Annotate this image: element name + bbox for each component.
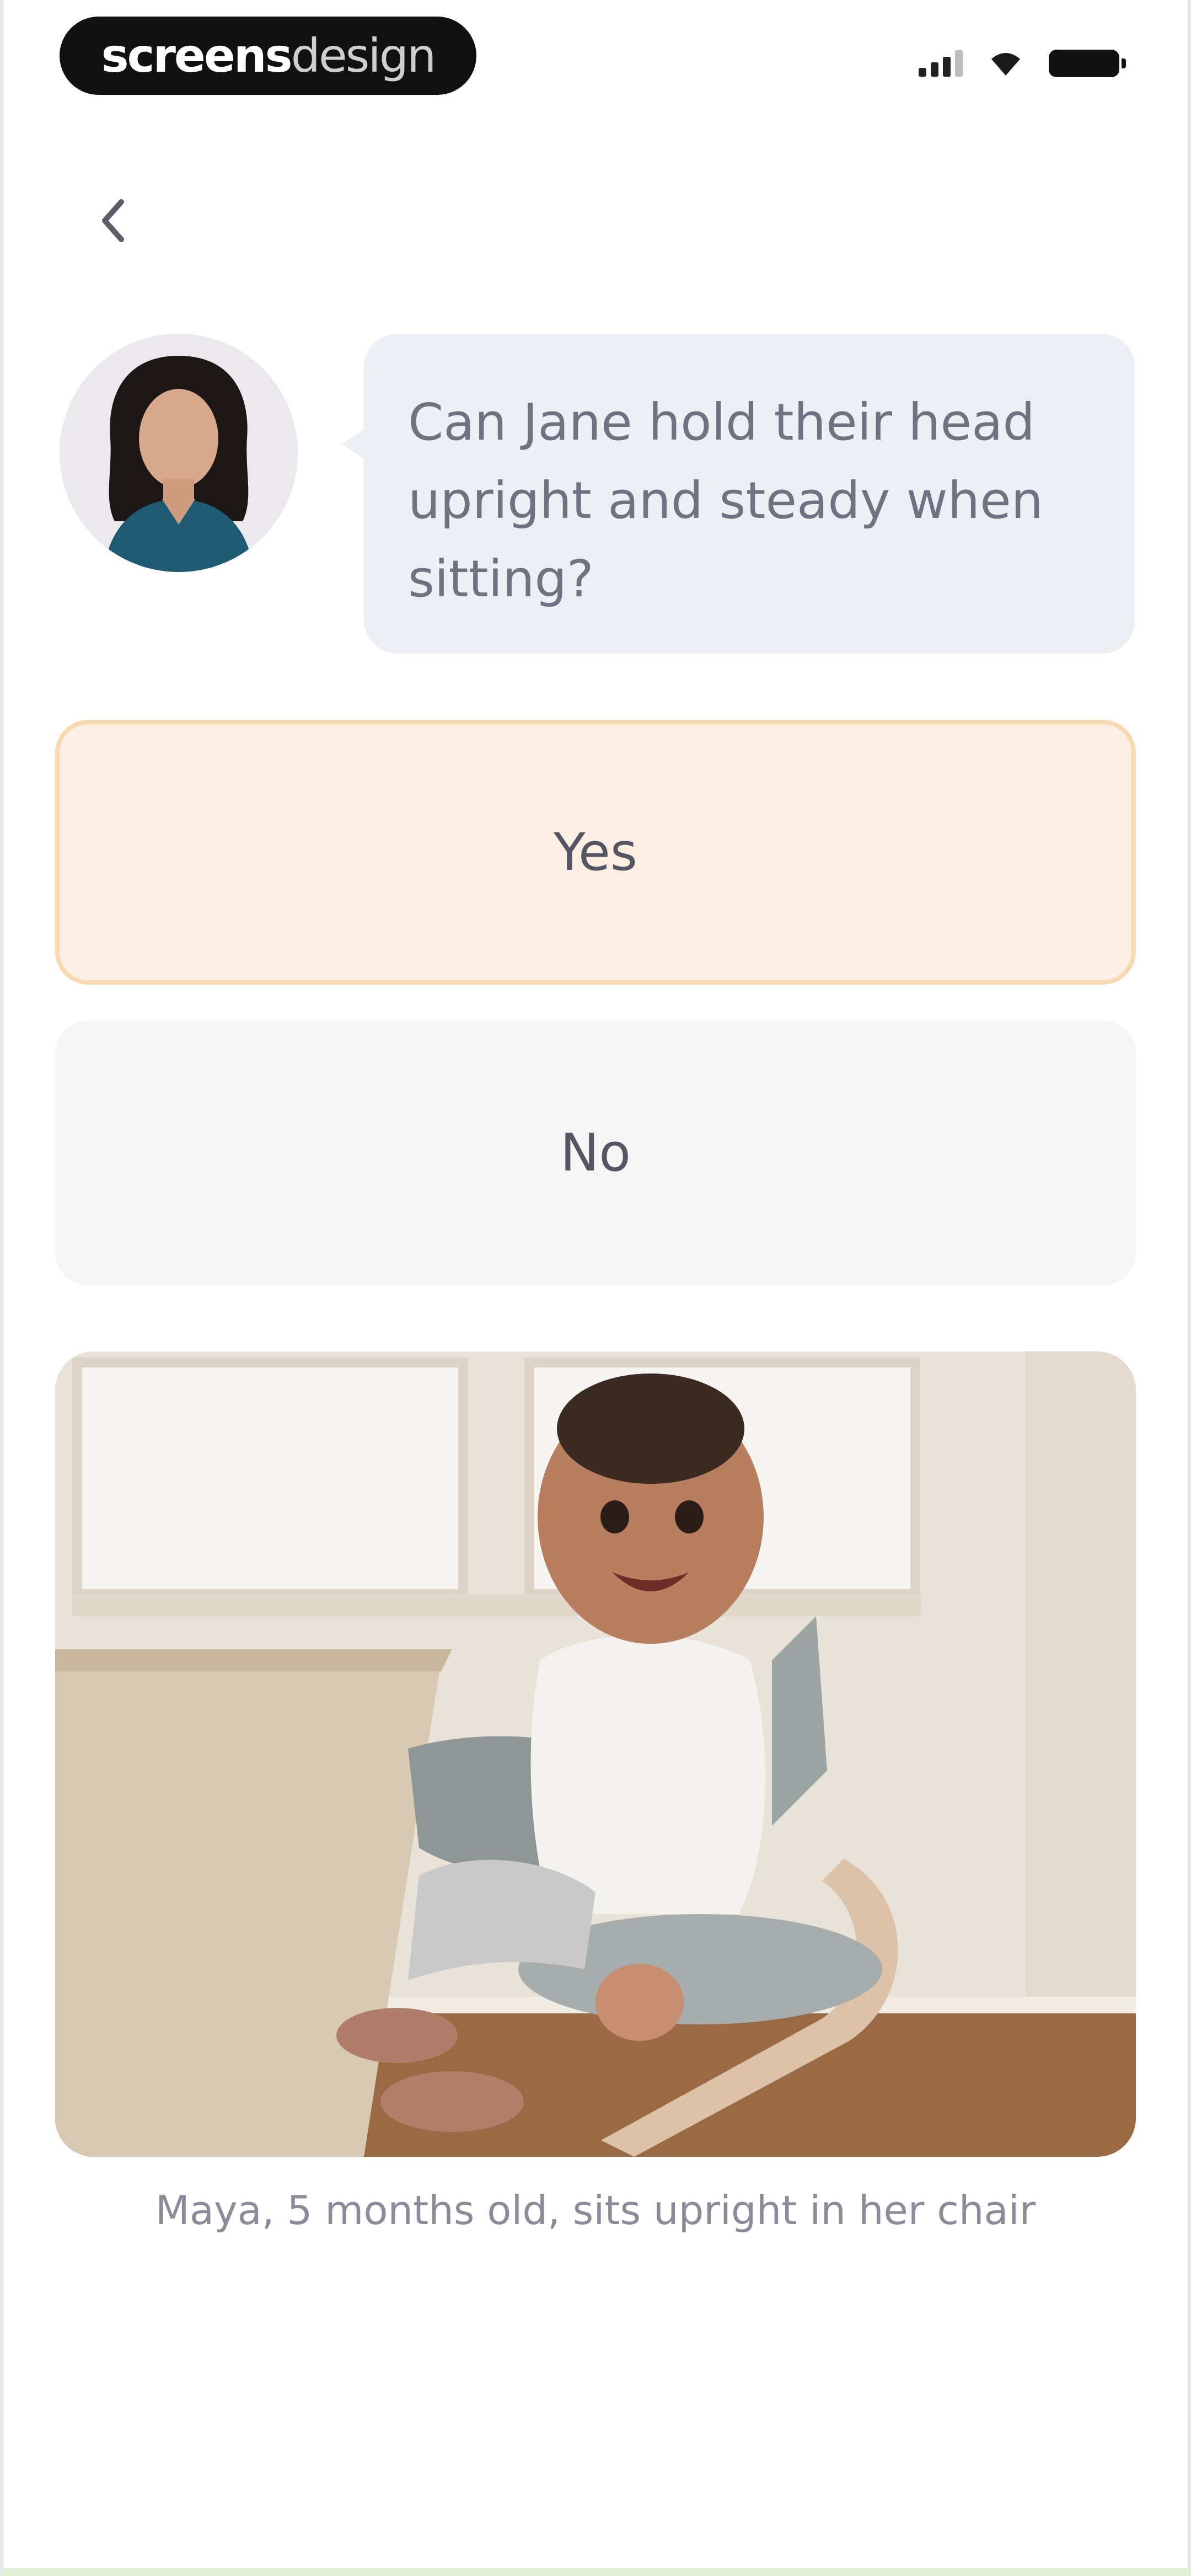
back-button[interactable] — [88, 188, 138, 254]
status-bar — [919, 50, 1126, 77]
coach-avatar — [60, 334, 298, 572]
answer-no-button[interactable]: No — [55, 1020, 1136, 1285]
wifi-icon — [991, 53, 1020, 76]
logo-light-text: design — [291, 29, 437, 83]
cellular-signal-icon — [919, 50, 963, 77]
question-text: Can Jane hold their head upright and ste… — [408, 393, 1043, 608]
battery-icon — [1049, 50, 1126, 77]
logo-bold-text: screens — [101, 29, 293, 83]
answer-no-label: No — [560, 1123, 631, 1183]
answer-yes-label: Yes — [554, 822, 637, 883]
screensdesign-logo: screens design — [60, 17, 476, 95]
chevron-left-icon — [102, 199, 124, 242]
answer-yes-button[interactable]: Yes — [55, 720, 1136, 985]
question-bubble: Can Jane hold their head upright and ste… — [342, 334, 1135, 654]
baby-photo — [55, 1351, 1136, 2157]
photo-caption: Maya, 5 months old, sits upright in her … — [155, 2187, 1036, 2233]
